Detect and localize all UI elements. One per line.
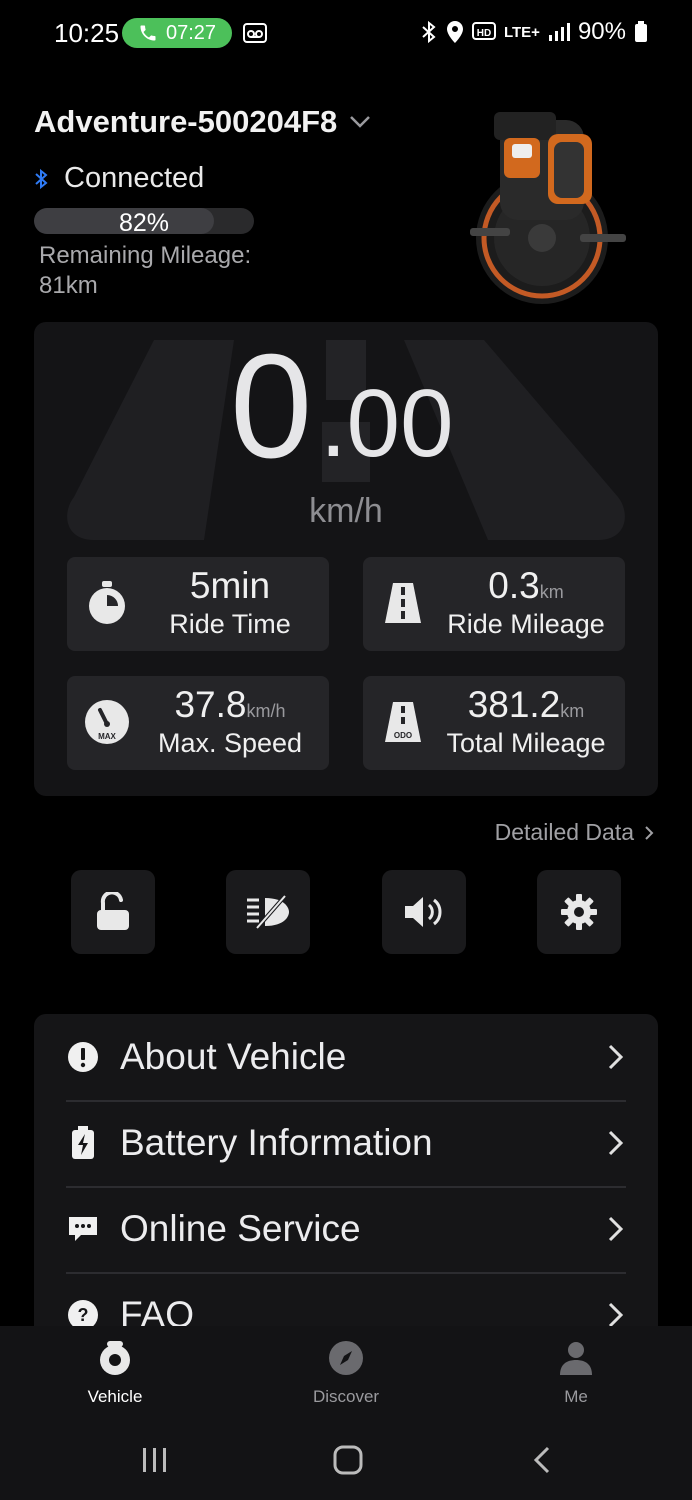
status-bar: 10:25 07:27 HD LTE+ 90% [0, 0, 692, 68]
speed-unit: km/h [309, 492, 383, 530]
max-speed-value: 37.8km/h [131, 684, 329, 726]
nav-tab-me[interactable]: Me [511, 1340, 641, 1407]
connection-label: Connected [64, 162, 205, 194]
total-mileage-label: Total Mileage [446, 728, 606, 758]
odometer-icon: ODO [385, 702, 421, 742]
status-right-group: HD LTE+ 90% [420, 18, 648, 46]
voicemail-icon [243, 23, 267, 43]
menu-list: About Vehicle Battery Information Online… [34, 1014, 658, 1344]
ride-time-label: Ride Time [169, 609, 291, 639]
status-time: 10:25 [54, 18, 120, 48]
menu-label: Battery Information [120, 1122, 433, 1163]
light-off-icon [247, 894, 289, 930]
hd-voice-icon: HD [471, 22, 496, 40]
ongoing-call-pill[interactable]: 07:27 [122, 18, 232, 48]
stat-total-mileage: ODO 381.2km Total Mileage [363, 676, 625, 770]
menu-item-about-vehicle[interactable]: About Vehicle [66, 1014, 626, 1102]
chat-icon [66, 1212, 100, 1246]
location-icon [446, 21, 463, 43]
chevron-right-icon [608, 1130, 624, 1156]
battery-status-icon [635, 21, 647, 42]
speed-dashboard: 0 .00 km/h 5min Ride Time 0.3km Ride Mil… [34, 322, 658, 796]
volume-icon [405, 897, 442, 927]
lock-toggle-button[interactable] [71, 870, 155, 954]
battery-percent: 82% [118, 209, 170, 237]
stopwatch-icon [89, 581, 125, 624]
compass-icon [329, 1341, 363, 1375]
ride-time-value: 5min [189, 565, 271, 606]
horn-sound-button[interactable] [382, 870, 466, 954]
road-icon [385, 583, 421, 623]
connection-status: Connected [34, 162, 204, 195]
nav-tab-discover[interactable]: Discover [281, 1340, 411, 1407]
network-type: LTE+ [503, 23, 540, 41]
svg-text:HD: HD [477, 28, 491, 39]
bluetooth-status-icon [422, 20, 436, 44]
remaining-mileage: Remaining Mileage: 81km [39, 241, 299, 301]
detailed-data-label: Detailed Data [494, 819, 634, 845]
max-icon-text: MAX [98, 732, 116, 741]
vehicle-image[interactable] [470, 98, 634, 312]
device-name: Adventure-500204F8 [34, 104, 338, 139]
home-button[interactable] [332, 1444, 364, 1476]
ride-mileage-label: Ride Mileage [447, 609, 605, 639]
speed-decimal: .00 [320, 370, 454, 477]
bluetooth-icon [35, 168, 48, 189]
svg-text:?: ? [78, 1305, 89, 1325]
menu-item-online-service[interactable]: Online Service [66, 1186, 626, 1274]
call-timer: 07:27 [165, 21, 217, 44]
person-icon [560, 1342, 592, 1375]
odo-icon-text: ODO [394, 731, 412, 740]
speedometer-max-icon: MAX [85, 700, 129, 744]
gear-icon [561, 894, 597, 930]
device-selector[interactable]: Adventure-500204F8 [34, 104, 371, 140]
chevron-right-icon [608, 1216, 624, 1242]
stat-ride-mileage: 0.3km Ride Mileage [363, 557, 625, 651]
menu-label: Online Service [120, 1208, 361, 1249]
max-speed-number: 37.8 [174, 684, 247, 725]
unlock-icon [97, 892, 129, 930]
nav-label-me: Me [564, 1387, 588, 1406]
total-mileage-value: 381.2km [427, 684, 625, 726]
detailed-data-link[interactable]: Detailed Data [495, 819, 654, 846]
signal-icon [548, 23, 570, 41]
total-mileage-number: 381.2 [467, 684, 561, 725]
remaining-value: 81km [39, 272, 98, 299]
recent-apps-button[interactable] [140, 1444, 170, 1476]
info-icon [66, 1040, 100, 1074]
total-mileage-unit: km [560, 701, 585, 721]
nav-label-vehicle: Vehicle [87, 1387, 143, 1406]
nav-label-discover: Discover [312, 1387, 380, 1406]
menu-item-battery-information[interactable]: Battery Information [66, 1100, 626, 1188]
settings-button[interactable] [537, 870, 621, 954]
ride-mileage-unit: km [539, 582, 564, 602]
speed-integer: 0 [230, 324, 313, 489]
back-button[interactable] [530, 1444, 554, 1476]
chevron-down-icon [350, 116, 371, 128]
stat-max-speed: MAX 37.8km/h Max. Speed [67, 676, 329, 770]
battery-percent-status: 90% [577, 18, 626, 45]
phone-icon [140, 25, 156, 41]
battery-icon [66, 1126, 100, 1160]
ride-mileage-number: 0.3 [488, 565, 540, 606]
ride-mileage-value: 0.3km [427, 565, 625, 607]
remaining-label: Remaining Mileage: [39, 242, 252, 269]
stat-ride-time: 5min Ride Time [67, 557, 329, 651]
nav-tab-vehicle[interactable]: Vehicle [50, 1340, 180, 1407]
light-toggle-button[interactable] [226, 870, 310, 954]
chevron-right-icon [608, 1044, 624, 1070]
max-speed-label: Max. Speed [157, 728, 303, 758]
vehicle-tab-icon [100, 1341, 130, 1375]
max-speed-unit: km/h [246, 701, 286, 721]
chevron-right-icon [645, 825, 654, 840]
menu-label: About Vehicle [120, 1036, 347, 1077]
